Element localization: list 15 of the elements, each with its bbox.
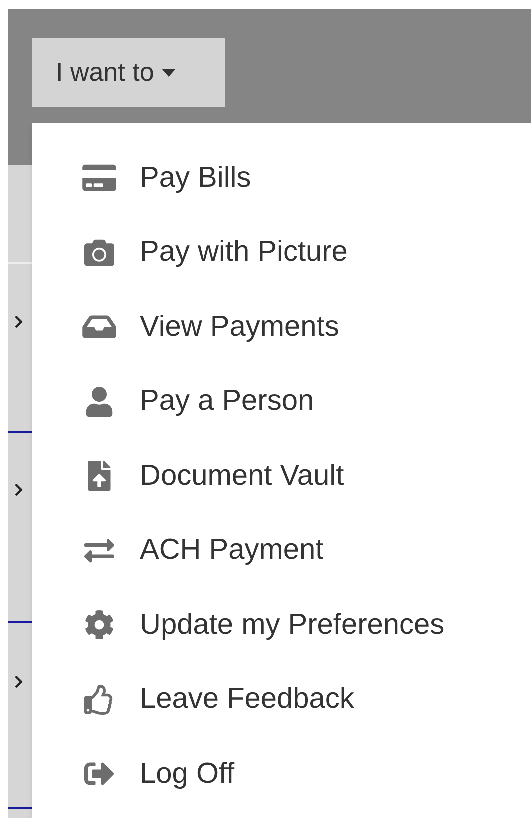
menu-item[interactable]: View Payments — [32, 290, 531, 364]
chevron-icon[interactable] — [13, 675, 25, 689]
i-want-to-button[interactable]: I want to — [32, 38, 225, 107]
card-icon — [81, 163, 118, 194]
caret-icon — [162, 68, 176, 76]
menu-item[interactable]: Document Vault — [32, 439, 531, 514]
chevron-icon[interactable] — [13, 315, 25, 329]
menu-item[interactable]: ACH Payment — [32, 514, 531, 588]
menu-item[interactable]: Leave Feedback — [32, 662, 531, 737]
menu-item[interactable]: Pay Bills — [32, 141, 531, 216]
menu-item[interactable]: Update my Preferences — [32, 588, 531, 662]
menu-item[interactable]: Pay with Picture — [32, 216, 531, 290]
menu-item[interactable]: Pay a Person — [32, 364, 531, 439]
chevron-icon[interactable] — [13, 483, 25, 497]
menu-item[interactable]: Log Off — [32, 737, 531, 812]
